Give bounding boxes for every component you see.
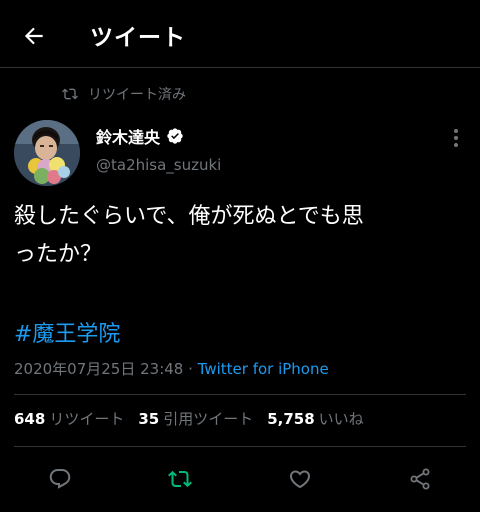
retweet-icon xyxy=(168,470,192,488)
author-name-row[interactable]: 鈴木達央 xyxy=(96,124,184,148)
retweet-icon xyxy=(62,88,78,100)
avatar-photo xyxy=(14,120,80,186)
arrow-left-icon xyxy=(24,27,43,45)
engagement-stats: 648 リツイート 35 引用ツイート 5,758 いいね xyxy=(14,408,378,429)
page-title: ツイート xyxy=(90,25,186,51)
reply-button[interactable] xyxy=(45,464,75,494)
verified-badge-icon xyxy=(167,128,183,144)
retweets-label: リツイート xyxy=(49,410,125,428)
retweets-count: 648 xyxy=(14,410,46,428)
quotes-count: 35 xyxy=(138,410,160,428)
tweet-text-line: 殺したぐらいで、俺が死ぬとでも思 xyxy=(14,204,364,229)
tweet-action-bar xyxy=(0,458,480,498)
tweet-timestamp[interactable]: 2020年07月25日 23:48 xyxy=(14,360,183,378)
author-display-name: 鈴木達央 xyxy=(96,128,161,147)
meta-separator: · xyxy=(183,360,198,378)
divider xyxy=(14,394,466,395)
share-button[interactable] xyxy=(405,464,435,494)
divider xyxy=(14,446,466,447)
tweet-text-line: ったか？ xyxy=(14,242,103,267)
more-options-button[interactable] xyxy=(446,126,466,150)
share-icon xyxy=(410,468,430,490)
likes-count: 5,758 xyxy=(267,410,315,428)
author-handle[interactable]: @ta2hisa_suzuki xyxy=(96,156,221,174)
tweet-source-link[interactable]: Twitter for iPhone xyxy=(198,360,329,378)
reply-icon xyxy=(49,469,71,489)
likes-label: いいね xyxy=(318,410,364,428)
quotes-stat[interactable]: 35 引用ツイート xyxy=(138,408,253,429)
likes-stat[interactable]: 5,758 いいね xyxy=(267,408,363,429)
tweet-metadata: 2020年07月25日 23:48 · Twitter for iPhone xyxy=(14,358,329,379)
avatar[interactable] xyxy=(14,120,80,186)
top-bar: ツイート xyxy=(0,0,480,68)
like-icon xyxy=(289,470,311,489)
retweets-stat[interactable]: 648 リツイート xyxy=(14,408,124,429)
retweet-context: リツイート済み xyxy=(62,84,186,104)
like-button[interactable] xyxy=(285,464,315,494)
more-vertical-icon xyxy=(454,129,458,147)
retweet-button[interactable] xyxy=(165,464,195,494)
quotes-label: 引用ツイート xyxy=(163,410,254,428)
tweet-text: 殺したぐらいで、俺が死ぬとでも思 ったか？ xyxy=(14,198,466,274)
back-button[interactable] xyxy=(18,20,50,52)
hashtag-link[interactable]: #魔王学院 xyxy=(14,316,120,348)
retweet-context-label: リツイート済み xyxy=(88,87,186,103)
